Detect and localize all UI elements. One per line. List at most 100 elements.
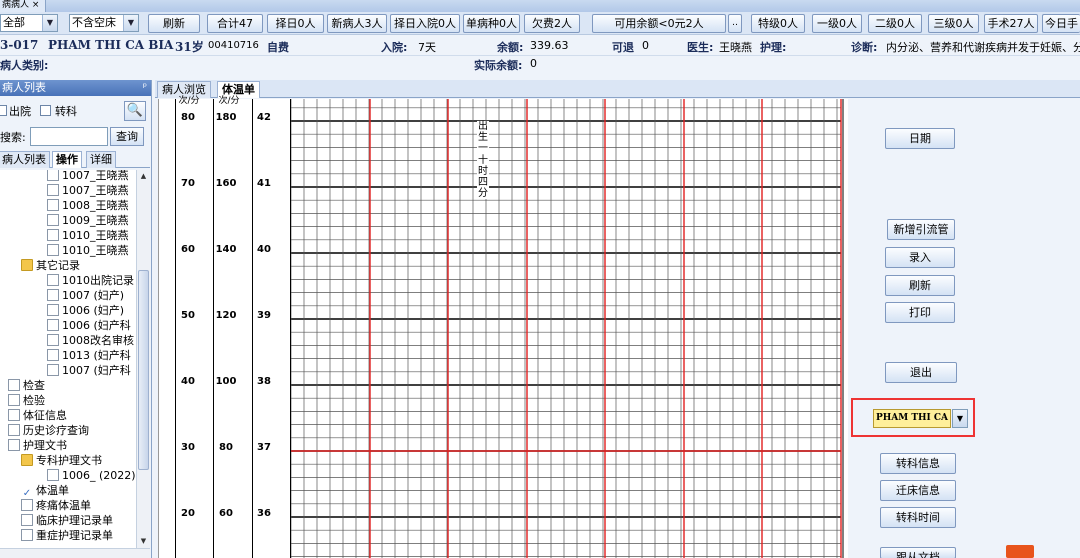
tab-detail[interactable]: 详细	[86, 151, 116, 168]
exit-button[interactable]: 退出	[885, 362, 957, 383]
tree-item[interactable]: 体征信息	[8, 408, 67, 423]
tree-hscrollbar[interactable]	[0, 548, 150, 558]
search-input[interactable]	[30, 127, 108, 146]
transfer-time-button[interactable]: 转科时间	[880, 507, 956, 528]
title-strip: 病病人 ×	[0, 0, 1080, 12]
scale-label: 20	[181, 508, 195, 519]
level2-button[interactable]: 二级0人	[868, 14, 922, 33]
bed-change-button[interactable]: 迁床信息	[880, 480, 956, 501]
tree-scrollbar[interactable]: ▲ ▼	[136, 170, 150, 548]
tree-item[interactable]: 1008_王晓燕	[47, 198, 129, 213]
refresh-chart-button[interactable]: 刷新	[885, 275, 955, 296]
tree-item[interactable]: 1010_王晓燕	[47, 243, 129, 258]
document-icon	[21, 514, 33, 526]
diagnosis-label: 诊断:	[851, 41, 878, 54]
tree-item[interactable]: 1007 (妇产)	[47, 288, 124, 303]
filter-combo[interactable]: 全部 ▼	[0, 14, 58, 32]
transfer-info-button[interactable]: 转科信息	[880, 453, 956, 474]
level1-button[interactable]: 一级0人	[812, 14, 862, 33]
chevron-down-icon[interactable]: ▼	[952, 409, 968, 428]
entry-button[interactable]: 录入	[885, 247, 955, 268]
date-button[interactable]: 日期	[885, 128, 955, 149]
document-icon	[8, 394, 20, 406]
chevron-down-icon[interactable]: ▼	[123, 15, 138, 31]
more-icon[interactable]: ‥	[728, 14, 742, 33]
tree-item[interactable]: 1007_王晓燕	[47, 183, 129, 198]
arrears-button[interactable]: 欠费2人	[524, 14, 580, 33]
tree-item[interactable]: 1009_王晓燕	[47, 213, 129, 228]
scroll-thumb[interactable]	[138, 270, 149, 470]
tree-item[interactable]: 检查	[8, 378, 45, 393]
refresh-button[interactable]: 刷新	[148, 14, 200, 33]
tree-item-label: 临床护理记录单	[36, 514, 113, 527]
scale-label: 41	[257, 178, 271, 189]
search-icon[interactable]: 🔍	[124, 101, 146, 121]
add-drain-button[interactable]: 新增引流管	[887, 219, 955, 240]
special-level-button[interactable]: 特级0人	[751, 14, 805, 33]
tree-item[interactable]: 1006 (妇产)	[47, 303, 124, 318]
window-tab[interactable]: 病病人 ×	[0, 0, 47, 12]
today-surgery-button[interactable]: 今日手	[1042, 14, 1080, 33]
scroll-up-icon[interactable]: ▲	[137, 170, 150, 183]
new-patient-button[interactable]: 新病人3人	[327, 14, 387, 33]
tree-item[interactable]: 专科护理文书	[21, 453, 102, 468]
transfer-checkbox[interactable]	[40, 105, 51, 116]
tree-item[interactable]: 历史诊疗查询	[8, 423, 89, 438]
tree-item[interactable]: 1013 (妇产科	[47, 348, 131, 363]
scale-label: 36	[257, 508, 271, 519]
scale-divider	[252, 99, 253, 558]
surgery-button[interactable]: 手术27人	[984, 14, 1038, 33]
single-disease-button[interactable]: 单病种0人	[463, 14, 520, 33]
tree-item-label: 疼痛体温单	[36, 499, 91, 512]
tree-item[interactable]: 疼痛体温单	[21, 498, 91, 513]
discharged-checkbox[interactable]	[0, 105, 7, 116]
tree-item[interactable]: 1006 (妇产科	[47, 318, 131, 333]
admit-value: 7天	[418, 41, 436, 54]
scroll-down-icon[interactable]: ▼	[137, 535, 150, 548]
tab-operation[interactable]: 操作	[52, 151, 82, 168]
tab-patient-list[interactable]: 病人列表	[0, 151, 50, 168]
low-balance-button[interactable]: 可用余额<0元2人	[592, 14, 726, 33]
action-panel: 日期 新增引流管 录入 刷新 打印 退出 PHAM THI CA ▼ 转科信息 …	[849, 99, 1080, 558]
search-label: 搜索:	[0, 131, 26, 144]
tree-item[interactable]: 检验	[8, 393, 45, 408]
chart-grid: 出生一十时四分	[291, 99, 844, 558]
total-button[interactable]: 合计47	[207, 14, 263, 33]
document-icon	[21, 529, 33, 541]
tree-item[interactable]: 1006_ (2022)	[47, 468, 136, 483]
panel-title-label: 病人列表	[2, 81, 46, 94]
tree-item[interactable]: ✓ 体温单	[21, 483, 69, 499]
scale-label: 38	[257, 376, 271, 387]
chevron-down-icon[interactable]: ▼	[42, 15, 57, 31]
tree-item[interactable]: 1008改名审核	[47, 333, 134, 348]
tree-item[interactable]: 临床护理记录单	[21, 513, 113, 528]
document-icon	[47, 184, 59, 196]
scheduled-button[interactable]: 择日0人	[267, 14, 324, 33]
query-button[interactable]: 查询	[110, 127, 144, 146]
tree-item-label: 检验	[23, 394, 45, 407]
print-button[interactable]: 打印	[885, 302, 955, 323]
bed-combo[interactable]: 不含空床 ▼	[69, 14, 139, 32]
tree-item[interactable]: 重症护理记录单	[21, 528, 113, 543]
scale-label: 50	[181, 310, 195, 321]
grid-svg	[291, 99, 844, 558]
pin-icon[interactable]: ᵖ	[143, 80, 147, 96]
folder-icon	[21, 454, 33, 466]
tree-item[interactable]: 1010出院记录	[47, 273, 134, 288]
tree-item-label: 1006_ (2022)	[62, 469, 136, 482]
patient-select[interactable]: PHAM THI CA	[873, 409, 951, 428]
balance-value: 339.63	[530, 39, 569, 52]
tree-item[interactable]: 护理文书	[8, 438, 67, 453]
folder-icon	[21, 259, 33, 271]
document-icon	[8, 409, 20, 421]
document-icon	[47, 319, 59, 331]
follow-doc-button[interactable]: 跟从文档	[880, 547, 956, 558]
level3-button[interactable]: 三级0人	[928, 14, 979, 33]
tree-item[interactable]: 1007 (妇产科	[47, 363, 131, 378]
tree-item[interactable]: 1007_王晓燕	[47, 170, 129, 183]
tree-item-label: 专科护理文书	[36, 454, 102, 467]
scheduled-admit-button[interactable]: 择日入院0人	[390, 14, 460, 33]
tree-item[interactable]: 其它记录	[21, 258, 80, 273]
patient-bed-id: 3-017	[0, 38, 39, 52]
tree-item[interactable]: 1010_王晓燕	[47, 228, 129, 243]
